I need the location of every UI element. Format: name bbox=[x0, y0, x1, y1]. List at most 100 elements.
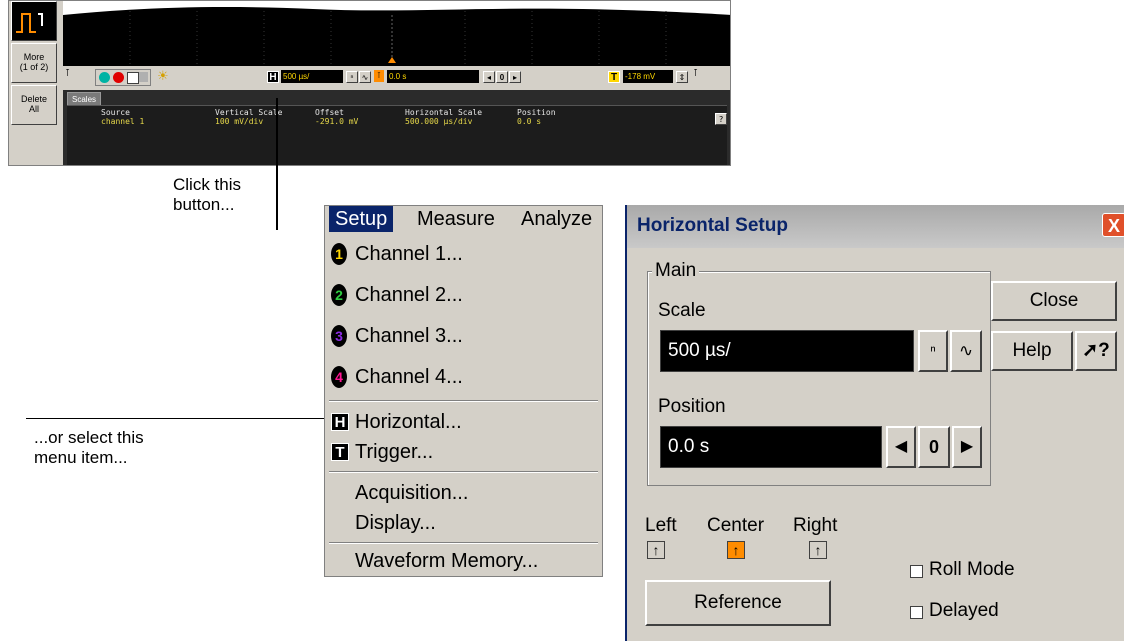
scales-header-source: Source bbox=[101, 108, 130, 117]
close-icon[interactable]: X bbox=[1102, 213, 1124, 237]
position-zero-button[interactable]: 0 bbox=[918, 426, 950, 468]
run-icon[interactable] bbox=[99, 72, 110, 83]
autoscale-icon[interactable]: ☀ bbox=[157, 68, 169, 84]
menu-item-label: Channel 2... bbox=[355, 284, 463, 306]
channel-4-icon: 4 bbox=[331, 366, 347, 388]
position-label: Position bbox=[658, 396, 726, 417]
menu-separator bbox=[329, 400, 598, 402]
trigger-t-button[interactable]: T bbox=[608, 71, 620, 83]
single-icon[interactable] bbox=[127, 72, 139, 84]
roll-mode-label: Roll Mode bbox=[929, 559, 1015, 580]
menu-setup[interactable]: Setup bbox=[329, 206, 394, 232]
menu-separator bbox=[329, 471, 598, 473]
menu-item-label: Channel 4... bbox=[355, 366, 463, 388]
reference-center-icon[interactable]: ↑ bbox=[727, 541, 745, 559]
dialog-title: Horizontal Setup bbox=[637, 215, 788, 236]
callout-click-line1: Click this bbox=[173, 175, 242, 194]
menu-item-label: Waveform Memory... bbox=[355, 550, 539, 572]
scope-toolbar: ⊺ ☀ H 500 µs/ ⁿ ∿ ⊺ 0.0 s ◂ 0 ▸ T -178 m… bbox=[63, 66, 730, 90]
menu-item-channel-1[interactable]: 1 Channel 1... bbox=[325, 236, 602, 272]
delayed-checkbox[interactable] bbox=[910, 606, 923, 619]
menu-item-channel-3[interactable]: 3 Channel 3... bbox=[325, 318, 602, 354]
callout-select-line1: ...or select this bbox=[34, 428, 144, 447]
scales-table: Source Vertical Scale Offset Horizontal … bbox=[67, 105, 727, 165]
scales-header-offset: Offset bbox=[315, 108, 344, 117]
clear-icon[interactable] bbox=[139, 72, 148, 82]
stop-icon[interactable] bbox=[113, 72, 124, 83]
scales-header-vertical: Vertical Scale bbox=[215, 108, 283, 117]
help-button[interactable]: Help bbox=[991, 331, 1073, 371]
callout-line-button bbox=[276, 98, 278, 230]
reference-right-icon[interactable]: ↑ bbox=[809, 541, 827, 559]
acq-controls bbox=[95, 69, 151, 86]
timebase-fine-down[interactable]: ⁿ bbox=[346, 71, 358, 83]
menu-item-channel-4[interactable]: 4 Channel 4... bbox=[325, 359, 602, 395]
menubar: Setup Measure Analyze bbox=[325, 206, 602, 232]
menu-item-waveform-memory[interactable]: Waveform Memory... bbox=[325, 543, 602, 579]
callout-select-menu: ...or select this menu item... bbox=[34, 428, 144, 468]
position-right-button[interactable]: ▸ bbox=[509, 71, 521, 83]
trigger-level-field[interactable]: -178 mV bbox=[623, 70, 673, 83]
waveform-icon-button[interactable] bbox=[11, 1, 57, 41]
position-zero-button[interactable]: 0 bbox=[496, 71, 508, 83]
channel-1-icon: 1 bbox=[331, 243, 347, 265]
scales-value-vertical: 100 mV/div bbox=[215, 117, 264, 126]
menu-measure[interactable]: Measure bbox=[411, 206, 501, 232]
tab-scales[interactable]: Scales bbox=[67, 92, 102, 106]
position-input[interactable]: 0.0 s bbox=[660, 426, 882, 468]
position-left-button[interactable]: ◂ bbox=[483, 71, 495, 83]
scales-value-source: channel 1 bbox=[101, 117, 145, 126]
menu-item-channel-2[interactable]: 2 Channel 2... bbox=[325, 277, 602, 313]
reference-left-icon[interactable]: ↑ bbox=[647, 541, 665, 559]
scales-panel: Scales Source Vertical Scale Offset Hori… bbox=[63, 90, 730, 165]
trigger-level-spinner[interactable]: ⇕ bbox=[676, 71, 688, 83]
scales-help-button[interactable]: ? bbox=[715, 113, 727, 125]
scale-fine-up-button[interactable]: ∿ bbox=[950, 330, 982, 372]
delayed-label: Delayed bbox=[929, 600, 999, 621]
more-button-page: (1 of 2) bbox=[19, 62, 49, 72]
waveform-grid bbox=[63, 1, 730, 66]
callout-line-menu bbox=[26, 418, 326, 419]
main-group: Main Scale 500 µs/ ⁿ ∿ Position 0.0 s ◀ … bbox=[647, 260, 991, 486]
close-button[interactable]: Close bbox=[991, 281, 1117, 321]
scales-value-position: 0.0 s bbox=[517, 117, 542, 126]
delete-all-button[interactable]: Delete All bbox=[11, 85, 57, 125]
scale-input[interactable]: 500 µs/ bbox=[660, 330, 914, 372]
scope-screenshot: More (1 of 2) Delete All ⊺ ☀ H 500 µs/ ⁿ… bbox=[8, 0, 731, 166]
menu-item-label: Trigger... bbox=[355, 441, 434, 463]
reference-center-label: Center bbox=[707, 515, 765, 536]
callout-click-button: Click this button... bbox=[173, 175, 241, 215]
scales-value-horizontal: 500.000 µs/div bbox=[405, 117, 473, 126]
main-group-label: Main bbox=[652, 260, 700, 282]
whats-this-label: ? bbox=[1098, 340, 1110, 361]
horizontal-h-button[interactable]: H bbox=[267, 71, 279, 83]
roll-mode-checkbox[interactable] bbox=[910, 565, 923, 578]
whats-this-button[interactable]: ➚? bbox=[1075, 331, 1117, 371]
position-right-button[interactable]: ▶ bbox=[952, 426, 982, 468]
more-button[interactable]: More (1 of 2) bbox=[11, 43, 57, 83]
reference-button[interactable]: Reference bbox=[645, 580, 831, 626]
menu-analyze[interactable]: Analyze bbox=[515, 206, 598, 232]
trigger-icon: T bbox=[331, 443, 349, 461]
menu-item-trigger[interactable]: T Trigger... bbox=[325, 434, 602, 470]
timebase-field[interactable]: 500 µs/ bbox=[281, 70, 343, 83]
scale-fine-down-button[interactable]: ⁿ bbox=[918, 330, 948, 372]
ref-marker-icon: ⊺ bbox=[65, 68, 71, 79]
setup-menu: Setup Measure Analyze 1 Channel 1... 2 C… bbox=[324, 205, 603, 577]
scope-left-panel: More (1 of 2) Delete All bbox=[9, 1, 61, 165]
menu-item-display[interactable]: Display... bbox=[325, 505, 602, 541]
horizontal-position-field[interactable]: 0.0 s bbox=[387, 70, 479, 83]
position-left-button[interactable]: ◀ bbox=[886, 426, 916, 468]
waveform-display bbox=[63, 1, 730, 66]
menu-item-label: Channel 3... bbox=[355, 325, 463, 347]
reference-right-label: Right bbox=[793, 515, 838, 536]
trigger-ref-icon: ⊺ bbox=[374, 70, 384, 82]
timebase-fine-up[interactable]: ∿ bbox=[359, 71, 371, 83]
horizontal-setup-dialog: Horizontal Setup X Main Scale 500 µs/ ⁿ … bbox=[625, 205, 1124, 641]
scale-label: Scale bbox=[658, 300, 706, 321]
trigger-marker-icon: ⊺ bbox=[693, 68, 699, 79]
menu-item-label: Channel 1... bbox=[355, 243, 463, 265]
dialog-titlebar[interactable]: Horizontal Setup X bbox=[627, 205, 1124, 248]
delete-label: Delete bbox=[20, 94, 47, 104]
scales-header-position: Position bbox=[517, 108, 556, 117]
